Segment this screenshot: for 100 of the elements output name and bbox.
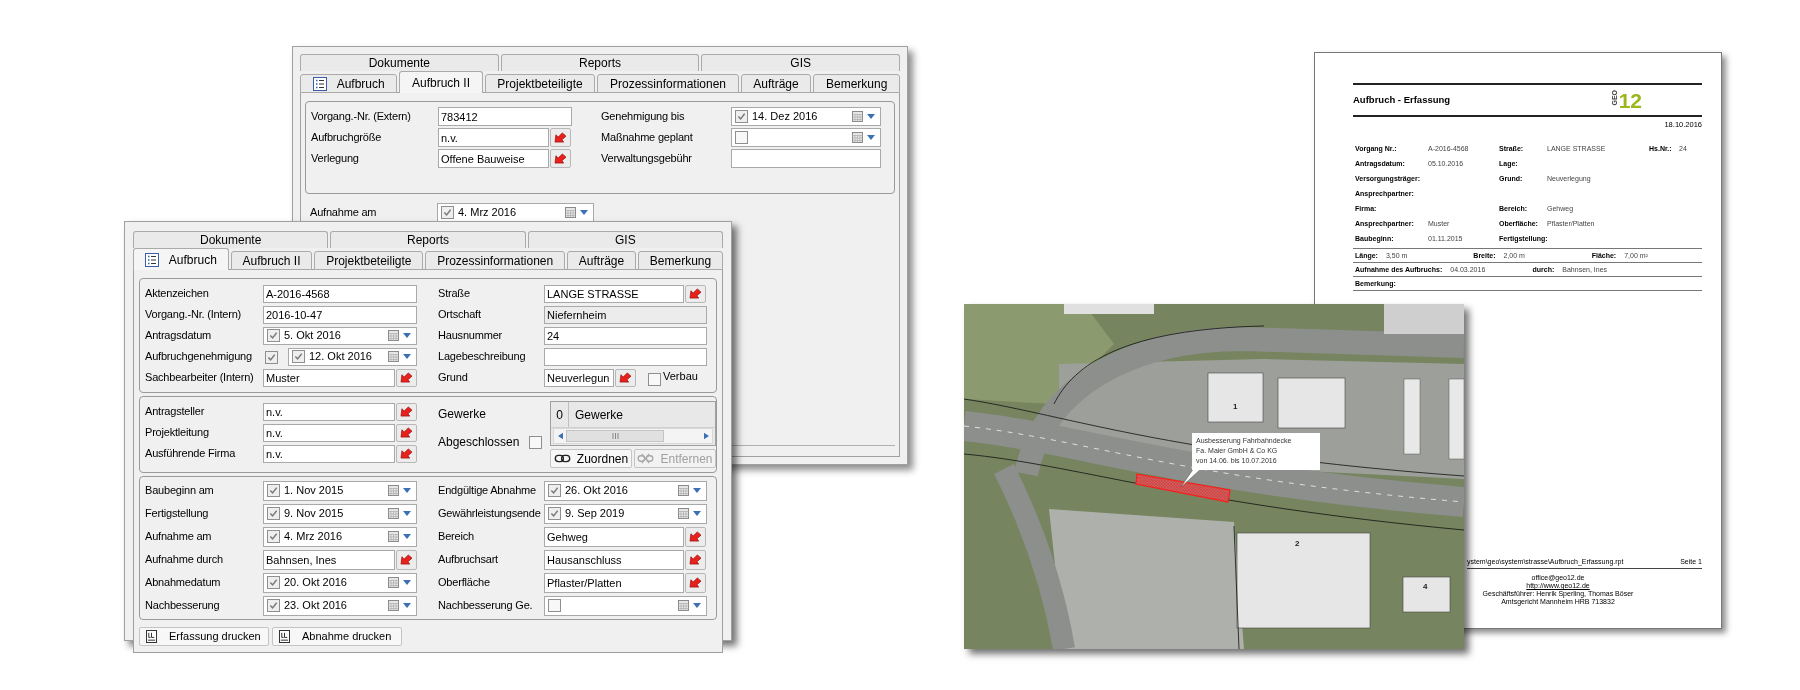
date-picker[interactable]: 12. Okt 2016 [288, 347, 417, 366]
checkbox[interactable] [267, 576, 280, 589]
tab[interactable]: GIS [527, 231, 723, 248]
field-label: Verwaltungsgebühr [601, 151, 693, 166]
checkbox[interactable] [529, 436, 542, 449]
tab[interactable]: GIS [701, 54, 900, 71]
text-field[interactable]: 24 [544, 326, 707, 345]
tab[interactable]: Aufbruch [133, 248, 229, 270]
tab[interactable]: Prozessinformationen [425, 251, 565, 270]
lookup-button[interactable] [685, 526, 706, 547]
lookup-button[interactable] [396, 368, 417, 387]
checkbox[interactable] [548, 507, 561, 520]
lookup-button[interactable] [396, 549, 417, 570]
checkbox[interactable] [735, 110, 748, 123]
checkbox[interactable] [267, 530, 280, 543]
list-grid[interactable]: 0 Gewerke [550, 401, 716, 446]
lookup-button[interactable] [615, 368, 636, 387]
checkbox[interactable] [648, 372, 661, 386]
broken-link-icon [637, 453, 655, 464]
lookup-button[interactable] [685, 549, 706, 570]
text-field[interactable]: Neuverlegun [544, 368, 614, 387]
calendar-icon [852, 111, 863, 122]
text-field[interactable]: n.v. [263, 444, 395, 463]
text-field[interactable]: 783412 [438, 107, 572, 126]
caret-icon [403, 580, 411, 585]
lookup-button[interactable] [396, 444, 417, 463]
tab[interactable]: Reports [330, 231, 526, 248]
date-picker[interactable]: 20. Okt 2016 [263, 572, 417, 593]
checkbox[interactable] [267, 329, 280, 342]
tab[interactable]: Aufbruch II [230, 251, 313, 270]
tab[interactable]: Reports [500, 54, 700, 71]
lookup-button[interactable] [550, 128, 571, 147]
lookup-button[interactable] [396, 423, 417, 442]
date-picker[interactable]: 14. Dez 2016 [731, 107, 881, 126]
date-picker[interactable] [731, 128, 881, 147]
date-picker[interactable] [544, 595, 707, 616]
text-field[interactable]: n.v. [263, 423, 395, 442]
date-picker[interactable]: 9. Sep 2019 [544, 503, 707, 524]
grip-icon[interactable] [611, 433, 619, 439]
action-button[interactable]: Zuordnen [550, 449, 632, 468]
checkbox[interactable] [548, 599, 561, 612]
lookup-button[interactable] [550, 149, 571, 168]
tab[interactable]: Projektbeteiligte [314, 251, 424, 270]
tab[interactable]: Bemerkung [813, 74, 901, 93]
checkmark-icon [267, 352, 276, 362]
field-label: Aufnahme durch [145, 552, 224, 567]
lookup-button[interactable] [685, 572, 706, 593]
text-field[interactable]: n.v. [263, 402, 395, 421]
text-field[interactable]: Gehweg [544, 526, 684, 547]
checkbox[interactable] [441, 206, 454, 219]
field-label: Antragsteller [145, 404, 206, 419]
text-field[interactable]: n.v. [438, 128, 549, 147]
date-picker[interactable]: 4. Mrz 2016 [263, 526, 417, 547]
tab[interactable]: Prozessinformationen [597, 74, 739, 93]
field-label: Antragsdatum [145, 328, 213, 343]
text-field[interactable] [731, 149, 881, 168]
tab[interactable]: Bemerkung [638, 251, 723, 270]
text-field[interactable]: LANGE STRASSE [544, 284, 684, 303]
text-field[interactable]: Bahnsen, Ines [263, 549, 395, 570]
text-field[interactable]: Hausanschluss [544, 549, 684, 570]
checkbox[interactable] [292, 350, 305, 363]
tab[interactable]: Dokumente [133, 231, 329, 248]
tab[interactable]: Aufbruch [300, 74, 398, 93]
checkbox[interactable] [267, 599, 280, 612]
text-field[interactable]: Muster [263, 368, 395, 387]
print-button[interactable]: Abnahme drucken [272, 627, 402, 646]
date-picker[interactable]: 5. Okt 2016 [263, 326, 417, 345]
tab[interactable]: Aufbruch II [399, 71, 483, 93]
calendar-icon [388, 531, 399, 542]
scroll-left-icon[interactable] [557, 432, 563, 440]
lookup-button[interactable] [396, 402, 417, 421]
arrow-icon [400, 406, 413, 417]
checkbox[interactable] [735, 131, 748, 144]
horizontal-scrollbar[interactable] [553, 428, 713, 444]
checkbox[interactable] [267, 484, 280, 497]
checkbox[interactable] [548, 484, 561, 497]
print-button[interactable]: Erfassung drucken [139, 627, 269, 646]
building-number: 1 [1233, 402, 1238, 411]
date-picker[interactable]: 26. Okt 2016 [544, 480, 707, 501]
tab[interactable]: Projektbeteiligte [484, 74, 596, 93]
tab[interactable]: Aufträge [740, 74, 812, 93]
date-picker[interactable]: 9. Nov 2015 [263, 503, 417, 524]
report-title: Aufbruch - Erfassung [1353, 92, 1451, 107]
checkbox[interactable] [267, 507, 280, 520]
field-label: Endgültige Abnahme [438, 483, 537, 498]
text-field[interactable] [544, 347, 707, 366]
date-picker[interactable]: 23. Okt 2016 [263, 595, 417, 616]
text-field[interactable]: 2016-10-47 [263, 305, 417, 324]
text-field[interactable]: Offene Bauweise [438, 149, 549, 168]
checkbox[interactable] [265, 350, 278, 364]
date-picker[interactable]: 1. Nov 2015 [263, 480, 417, 501]
text-field[interactable]: Niefernheim [544, 305, 707, 324]
tab[interactable]: Aufträge [567, 251, 636, 270]
lookup-button[interactable] [685, 284, 706, 303]
tab[interactable]: Dokumente [300, 54, 499, 71]
text-field[interactable]: A-2016-4568 [263, 284, 417, 303]
scroll-right-icon[interactable] [703, 432, 709, 440]
field-label: Aktenzeichen [145, 286, 210, 301]
text-field[interactable]: Pflaster/Platten [544, 572, 684, 593]
calendar-icon [388, 351, 399, 362]
